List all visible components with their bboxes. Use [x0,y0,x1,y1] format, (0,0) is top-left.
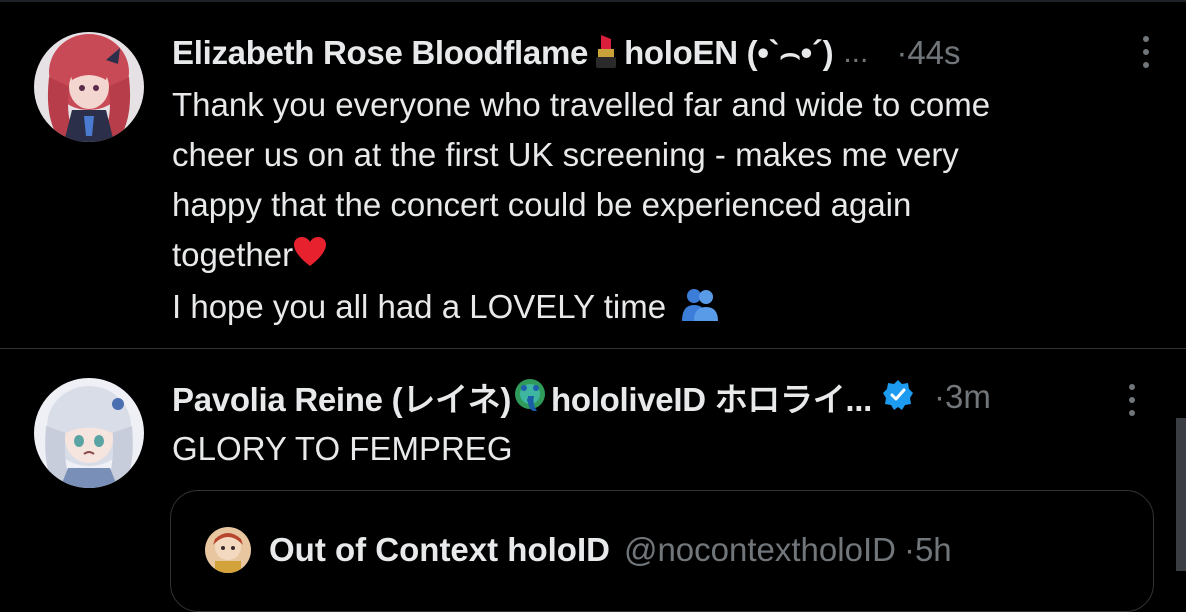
more-options-icon[interactable] [1122,384,1142,416]
avatar[interactable] [34,378,144,488]
tweet-divider [0,348,1186,349]
timestamp[interactable]: ·44s [896,34,960,72]
quoted-author-handle[interactable]: @nocontextholoID [624,531,896,569]
tweet-line: happy that the concert could be experien… [172,186,912,223]
tweet[interactable]: Pavolia Reine (レイネ) hololiveID ホロライ... ·… [0,350,1186,612]
scrollbar[interactable] [1176,418,1186,571]
tweet-text: Thank you everyone who travelled far and… [172,80,1132,335]
quoted-tweet-header: Out of Context holoID @nocontextholoID ·… [205,527,952,573]
tweet-line: together [172,236,294,273]
lipstick-icon [592,33,620,74]
author-affiliation[interactable]: holoEN (•`⌢•´) [624,34,834,73]
tweet-line: I hope you all had a LOVELY time [172,288,667,326]
tweet-line: GLORY TO FEMPREG [172,430,513,467]
people-hugging-icon [680,285,720,335]
author-name[interactable]: Pavolia Reine (レイネ) [172,373,511,421]
tweet-text: GLORY TO FEMPREG [172,424,1072,474]
red-heart-icon [293,232,327,282]
avatar[interactable] [34,32,144,142]
verified-badge-icon [882,379,914,416]
tweet-line: Thank you everyone who travelled far and… [172,86,991,123]
author-affiliation[interactable]: hololiveID ホロライ... [551,373,872,421]
tweet-line: cheer us on at the first UK screening - … [172,136,959,173]
timestamp[interactable]: ·3m [934,378,991,416]
more-options-icon[interactable] [1136,36,1156,68]
quoted-author-name[interactable]: Out of Context holoID [269,531,610,569]
quoted-avatar[interactable] [205,527,251,573]
quoted-timestamp[interactable]: ·5h [904,531,952,569]
quoted-tweet[interactable]: Out of Context holoID @nocontextholoID ·… [170,490,1154,612]
name-truncation: ... [843,36,869,69]
author-name[interactable]: Elizabeth Rose Bloodflame [172,34,588,72]
peacock-icon [513,378,549,417]
tweet-header: Pavolia Reine (レイネ) hololiveID ホロライ... ·… [172,372,1122,422]
tweet-line-with-emoji: I hope you all had a LOVELY time [172,282,1132,334]
tweet-line-with-emoji: together [172,230,1132,282]
tweet-header: Elizabeth Rose Bloodflame holoEN (•`⌢•´)… [172,28,1122,78]
tweet[interactable]: Elizabeth Rose Bloodflame holoEN (•`⌢•´)… [0,0,1186,350]
